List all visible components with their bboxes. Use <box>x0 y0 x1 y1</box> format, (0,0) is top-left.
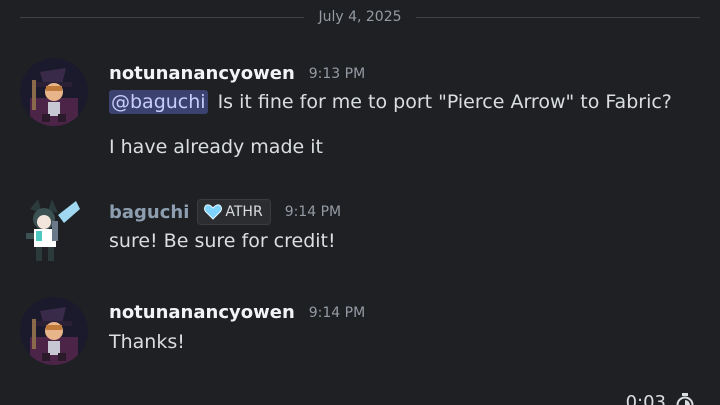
heart-icon <box>204 204 223 220</box>
message-text: Thanks! <box>109 331 185 353</box>
avatar[interactable] <box>18 195 90 267</box>
recording-timer: 0:03 <box>626 392 694 405</box>
message-header: notunanancyowen 9:13 PM <box>109 63 365 84</box>
divider-line-right <box>415 16 701 18</box>
message-content: Thanks! <box>109 331 185 353</box>
timestamp[interactable]: 9:14 PM <box>285 204 341 220</box>
timestamp[interactable]: 9:13 PM <box>309 66 365 82</box>
message-text: Is it fine for me to port "Pierce Arrow"… <box>217 91 672 113</box>
username[interactable]: notunanancyowen <box>109 63 295 84</box>
wizard-avatar-icon <box>20 297 88 365</box>
server-tag[interactable]: ATHR <box>197 199 271 225</box>
message-header: notunanancyowen 9:14 PM <box>109 302 365 323</box>
chat-view: July 4, 2025 notunanancyowen 9:13 PM @ba… <box>0 0 720 405</box>
username[interactable]: baguchi <box>109 202 189 223</box>
divider-date: July 4, 2025 <box>318 9 402 25</box>
avatar[interactable] <box>20 297 88 365</box>
date-divider: July 4, 2025 <box>20 8 701 26</box>
wizard-avatar-icon <box>20 58 88 126</box>
divider-line-left <box>20 16 305 18</box>
timer-value: 0:03 <box>625 392 666 405</box>
message-content: I have already made it <box>109 136 323 158</box>
timestamp[interactable]: 9:14 PM <box>309 305 365 321</box>
catgirl-avatar-icon <box>26 199 80 261</box>
username[interactable]: notunanancyowen <box>109 302 295 323</box>
stopwatch-icon <box>676 392 694 405</box>
message-content: @baguchi Is it fine for me to port "Pierc… <box>109 90 672 114</box>
server-tag-label: ATHR <box>225 204 263 220</box>
message-content: sure! Be sure for credit! <box>109 230 336 252</box>
user-mention[interactable]: @baguchi <box>109 90 208 114</box>
avatar[interactable] <box>20 58 88 126</box>
message-header: baguchi ATHR 9:14 PM <box>109 199 341 225</box>
message-text: I have already made it <box>109 136 323 158</box>
message-text: sure! Be sure for credit! <box>109 230 336 252</box>
